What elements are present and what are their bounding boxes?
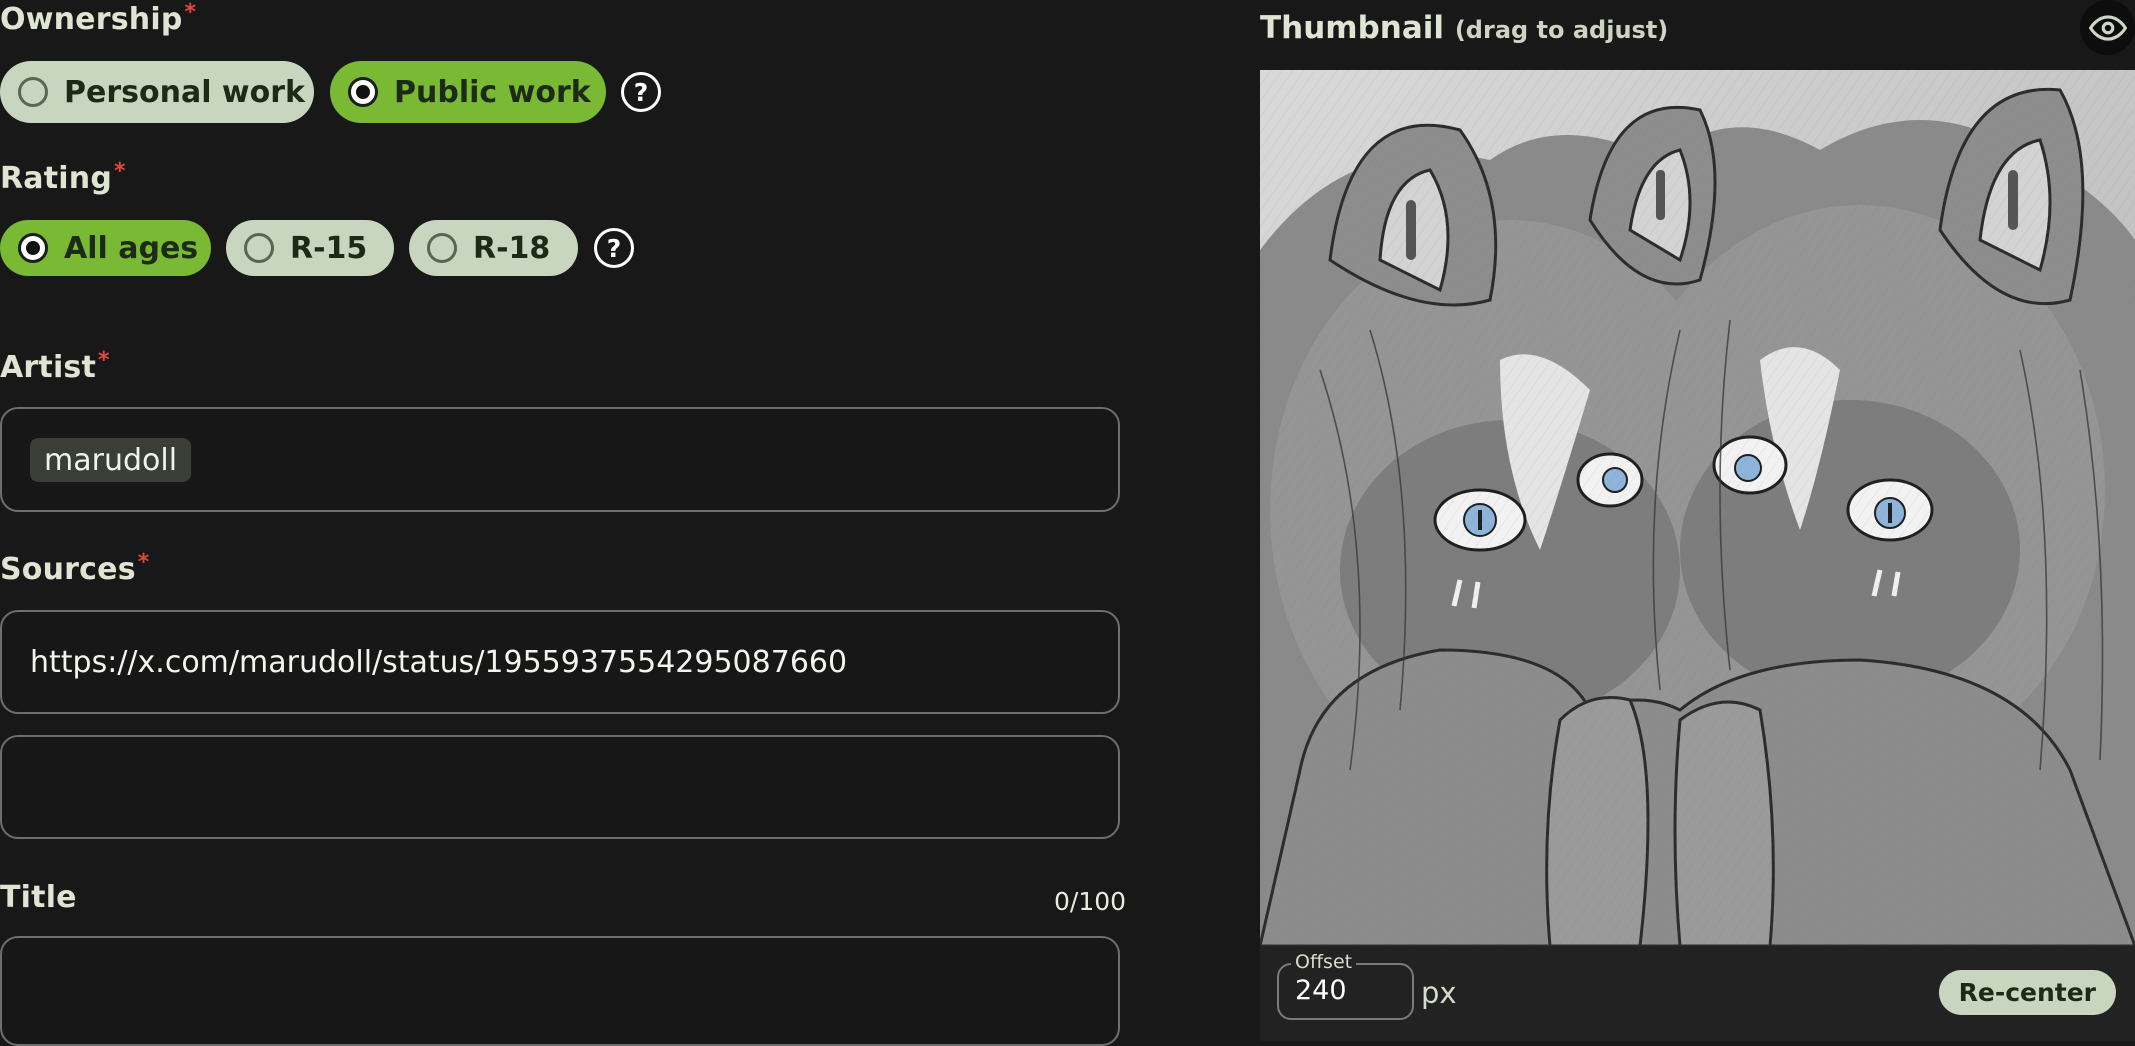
radio-unchecked-icon	[427, 233, 457, 263]
required-marker: *	[137, 550, 150, 575]
offset-unit: px	[1421, 976, 1457, 1010]
offset-input[interactable]: Offset 240	[1277, 951, 1414, 1020]
offset-value: 240	[1295, 975, 1347, 1006]
rating-option-r15[interactable]: R-15	[226, 220, 394, 276]
title-input[interactable]	[0, 936, 1120, 1046]
required-marker: *	[184, 0, 197, 25]
artist-tag-label: marudoll	[44, 442, 178, 478]
rating-option-label: R-18	[473, 230, 551, 266]
rating-option-r18[interactable]: R-18	[409, 220, 578, 276]
ownership-option-personal-work[interactable]: Personal work	[0, 61, 314, 123]
artist-tag[interactable]: marudoll	[30, 438, 192, 482]
required-marker: *	[98, 348, 110, 373]
ownership-option-public-work[interactable]: Public work	[330, 61, 606, 123]
source-url-input-1[interactable]: https://x.com/marudoll/status/1955937554…	[0, 610, 1120, 714]
artist-label-text: Artist	[0, 350, 97, 385]
radio-unchecked-icon	[244, 233, 274, 263]
thumbnail-title: Thumbnail	[1260, 10, 1445, 46]
thumbnail-image	[1260, 70, 2135, 946]
required-marker: *	[114, 159, 126, 184]
sources-label-text: Sources	[0, 552, 136, 587]
ownership-label: Ownership*	[0, 0, 197, 37]
radio-checked-icon	[18, 233, 48, 263]
thumbnail-controls: Offset 240 px Re-center	[1260, 946, 2135, 1041]
source-url-value: https://x.com/marudoll/status/1955937554…	[30, 644, 848, 680]
title-label-text: Title	[0, 880, 77, 915]
rating-option-label: All ages	[64, 230, 199, 266]
preview-toggle-button[interactable]	[2080, 0, 2135, 55]
artist-label: Artist*	[0, 348, 110, 385]
thumbnail-crop-area[interactable]	[1260, 70, 2135, 946]
rating-option-label: R-15	[290, 230, 368, 266]
rating-label: Rating*	[0, 159, 126, 196]
eye-icon	[2088, 14, 2127, 41]
help-glyph: ?	[633, 77, 649, 107]
source-url-input-2[interactable]	[0, 735, 1120, 839]
help-glyph: ?	[606, 233, 622, 263]
recenter-button[interactable]: Re-center	[1938, 970, 2116, 1015]
radio-unchecked-icon	[18, 77, 48, 107]
ownership-help-icon[interactable]: ?	[621, 72, 661, 112]
thumbnail-heading: Thumbnail (drag to adjust)	[1260, 10, 1668, 46]
thumbnail-hint: (drag to adjust)	[1454, 16, 1669, 44]
rating-help-icon[interactable]: ?	[594, 228, 634, 268]
ownership-label-text: Ownership	[0, 2, 183, 37]
recenter-label: Re-center	[1958, 978, 2096, 1007]
sources-label: Sources*	[0, 550, 150, 587]
title-char-counter: 0/100	[1054, 887, 1127, 916]
rating-option-all-ages[interactable]: All ages	[0, 220, 211, 276]
offset-legend: Offset	[1291, 951, 1357, 973]
title-label: Title	[0, 880, 77, 915]
rating-label-text: Rating	[0, 161, 113, 196]
ownership-option-label: Personal work	[64, 74, 305, 110]
ownership-option-label: Public work	[394, 74, 591, 110]
artist-input[interactable]: marudoll	[0, 407, 1120, 512]
radio-checked-icon	[348, 77, 378, 107]
